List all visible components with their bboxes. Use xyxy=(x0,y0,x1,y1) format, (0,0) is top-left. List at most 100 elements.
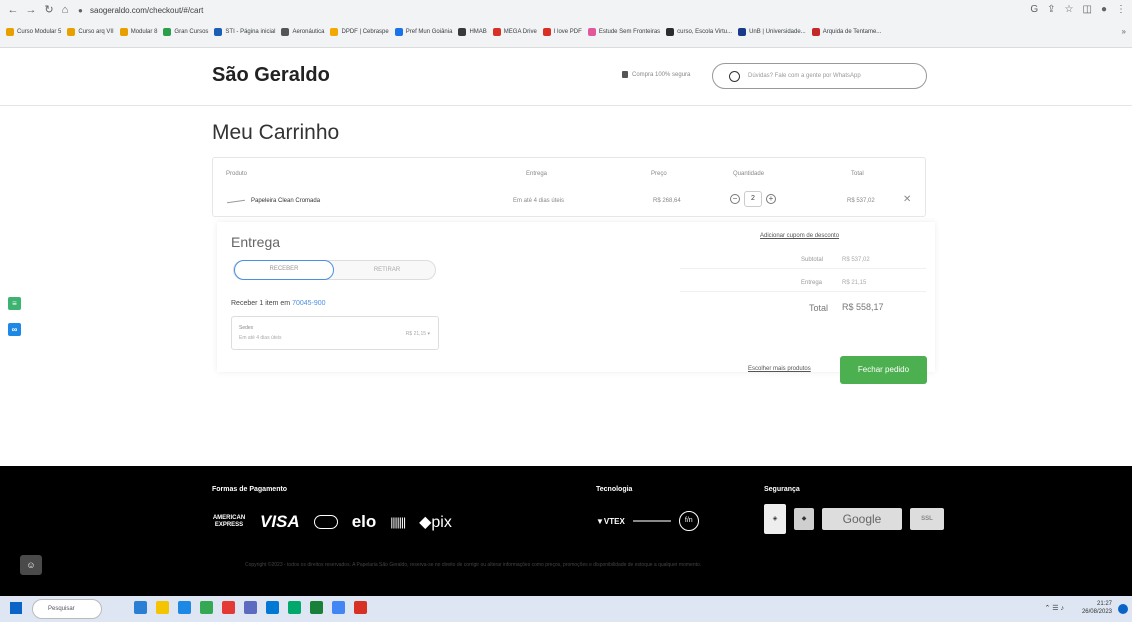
copyright-text: Copyright ©2023 - todos os direitos rese… xyxy=(245,562,702,568)
store-logo[interactable]: São Geraldo xyxy=(212,64,330,87)
taskbar-app-icon[interactable] xyxy=(178,601,191,614)
date-text: 26/08/2023 xyxy=(1081,609,1112,615)
link-side-icon[interactable]: ∞ xyxy=(8,323,21,336)
pix-diamond-icon: ◆ xyxy=(419,514,432,531)
coupon-link[interactable]: Adicionar cupom de desconto xyxy=(760,233,839,239)
bookmark-label: STI - Página inicial xyxy=(225,29,276,35)
bookmark-item[interactable]: Curso arq VII xyxy=(67,28,114,36)
browser-nav-row: ← → ↻ ⌂ ● saogeraldo.com/checkout/#/cart… xyxy=(0,0,1132,22)
taskbar-app-icon[interactable] xyxy=(200,601,213,614)
taskbar-app-icon[interactable] xyxy=(332,601,345,614)
bookmarks-bar: Curso Modular 5 Curso arq VII Modular 8 Gra… xyxy=(0,22,1132,42)
star-icon[interactable]: ☆ xyxy=(1065,3,1074,17)
bookmark-favicon-icon xyxy=(542,28,551,36)
notification-icon[interactable] xyxy=(1118,604,1128,614)
zipcode-link[interactable]: 70045-900 xyxy=(292,300,325,307)
back-icon[interactable]: ← xyxy=(6,3,20,17)
bookmark-label: Curso Modular 5 xyxy=(17,29,62,35)
taskbar-app-icon[interactable] xyxy=(156,601,169,614)
cart-table: Produto Entrega Preço Quantidade Total P… xyxy=(212,157,926,217)
windows-start-icon[interactable] xyxy=(10,602,22,614)
bookmark-item[interactable]: Gran Cursos xyxy=(163,28,208,36)
vtex-logo: ▼VTEX xyxy=(596,517,625,526)
chevron-down-icon: ▾ xyxy=(427,331,430,337)
quantity-input[interactable]: 2 xyxy=(744,191,762,207)
more-products-link[interactable]: Escolher mais produtos xyxy=(748,366,811,372)
ona-seal-icon: ◈ xyxy=(764,504,786,534)
bookmarks-more-icon[interactable]: » xyxy=(1122,27,1126,36)
elo-logo: elo xyxy=(351,512,377,531)
security-logos: ◈ ◆ Google SSL xyxy=(764,504,944,534)
bookmark-item[interactable]: Pref Mun Goiânia xyxy=(394,28,452,36)
reload-icon[interactable]: ↻ xyxy=(42,3,56,17)
product-name[interactable]: Papeleira Clean Cromada xyxy=(251,198,320,204)
pickup-option[interactable]: RETIRAR xyxy=(340,261,434,279)
visa-logo: VISA xyxy=(260,512,300,531)
bookmark-favicon-icon xyxy=(214,28,223,36)
minus-icon[interactable]: − xyxy=(730,194,740,204)
bookmark-item[interactable]: Estude Sem Fronteiras xyxy=(587,28,660,36)
bookmark-item[interactable]: curso, Escola Virtu... xyxy=(666,28,732,36)
address-bar[interactable]: ● saogeraldo.com/checkout/#/cart xyxy=(76,2,976,19)
subtotal-label: Subtotal xyxy=(801,257,824,263)
taskbar-app-icon[interactable] xyxy=(266,601,279,614)
plus-icon[interactable]: + xyxy=(766,194,776,204)
share-icon[interactable]: ⇪ xyxy=(1047,3,1055,17)
mastercard-logo xyxy=(313,515,338,529)
sidebar-icon[interactable]: ◫ xyxy=(1083,3,1092,17)
bookmark-item[interactable]: Aeronáutica xyxy=(281,28,324,36)
delivery-toggle: RECEBER RETIRAR xyxy=(233,260,436,280)
forward-icon[interactable]: → xyxy=(24,3,38,17)
shipping-price: R$ 21,15 ▾ xyxy=(406,331,430,337)
taskbar-app-icon[interactable] xyxy=(310,601,323,614)
taskbar-app-icon[interactable] xyxy=(222,601,235,614)
bookmark-item[interactable]: Curso Modular 5 xyxy=(6,28,61,36)
product-thumbnail[interactable] xyxy=(227,198,245,204)
taskbar-search[interactable]: Pesquisar xyxy=(32,599,102,619)
whatsapp-button[interactable]: Dúvidas? Fale com a gente por WhatsApp xyxy=(712,63,927,89)
taskbar-app-icon[interactable] xyxy=(134,601,147,614)
bookmark-favicon-icon xyxy=(811,28,820,36)
bookmark-favicon-icon xyxy=(394,28,403,36)
vtex-triangle-icon: ▼ xyxy=(596,516,604,526)
profile-icon[interactable]: ● xyxy=(1101,3,1107,17)
google-icon[interactable]: G xyxy=(1030,3,1038,17)
bookmark-item[interactable]: HMAB xyxy=(458,28,487,36)
column-total: Total xyxy=(851,171,864,177)
shipping-label: Entrega xyxy=(801,280,823,286)
pix-logo: ◆pix xyxy=(419,512,452,532)
checkout-button[interactable]: Fechar pedido xyxy=(840,356,927,384)
cart-side-icon[interactable]: ≡ xyxy=(8,297,21,310)
boleto-barcode-icon: ||||||| xyxy=(390,515,406,529)
site-footer: Formas de Pagamento Tecnologia Segurança… xyxy=(0,466,1132,596)
clock[interactable]: 21:27 26/08/2023 xyxy=(1082,600,1112,616)
subtotal-row: Subtotal R$ 537,02 xyxy=(680,253,926,269)
bookmark-item[interactable]: UnB | Universidade... xyxy=(738,28,806,36)
taskbar-app-icon[interactable] xyxy=(288,601,301,614)
bookmark-item[interactable]: STI - Página inicial xyxy=(214,28,275,36)
shipping-method-select[interactable]: Sedex Em até 4 dias úteis R$ 21,15 ▾ xyxy=(231,316,439,350)
whatsapp-icon xyxy=(729,70,740,82)
chat-icon[interactable]: ☺ xyxy=(20,555,42,575)
bookmark-label: Arquida de Tentame... xyxy=(822,29,882,35)
lock-icon: ● xyxy=(78,6,83,15)
bookmark-item[interactable]: I love PDF xyxy=(542,28,582,36)
bookmark-item[interactable]: MEGA Drive xyxy=(492,28,537,36)
home-icon[interactable]: ⌂ xyxy=(58,3,72,17)
receive-option[interactable]: RECEBER xyxy=(234,260,334,280)
tray-icons[interactable]: ⌃ ☰ ♪ xyxy=(1044,604,1064,612)
bookmark-item[interactable]: Arquida de Tentame... xyxy=(811,28,882,36)
shipping-value: R$ 21,15 xyxy=(842,280,867,286)
taskbar-app-icon[interactable] xyxy=(354,601,367,614)
taskbar-app-icon[interactable] xyxy=(244,601,257,614)
item-price: R$ 268,64 xyxy=(653,198,681,204)
bookmark-item[interactable]: DPDF | Cebraspe xyxy=(330,28,389,36)
payment-title: Formas de Pagamento xyxy=(212,486,288,493)
delivery-title: Entrega xyxy=(231,234,281,250)
bookmark-favicon-icon xyxy=(119,28,128,36)
total-label: Total xyxy=(809,303,829,313)
menu-icon[interactable]: ⋮ xyxy=(1116,3,1126,17)
remove-item-icon[interactable]: ✕ xyxy=(903,194,911,205)
bookmark-item[interactable]: Modular 8 xyxy=(119,28,157,36)
bookmark-label: Aeronáutica xyxy=(292,29,325,35)
